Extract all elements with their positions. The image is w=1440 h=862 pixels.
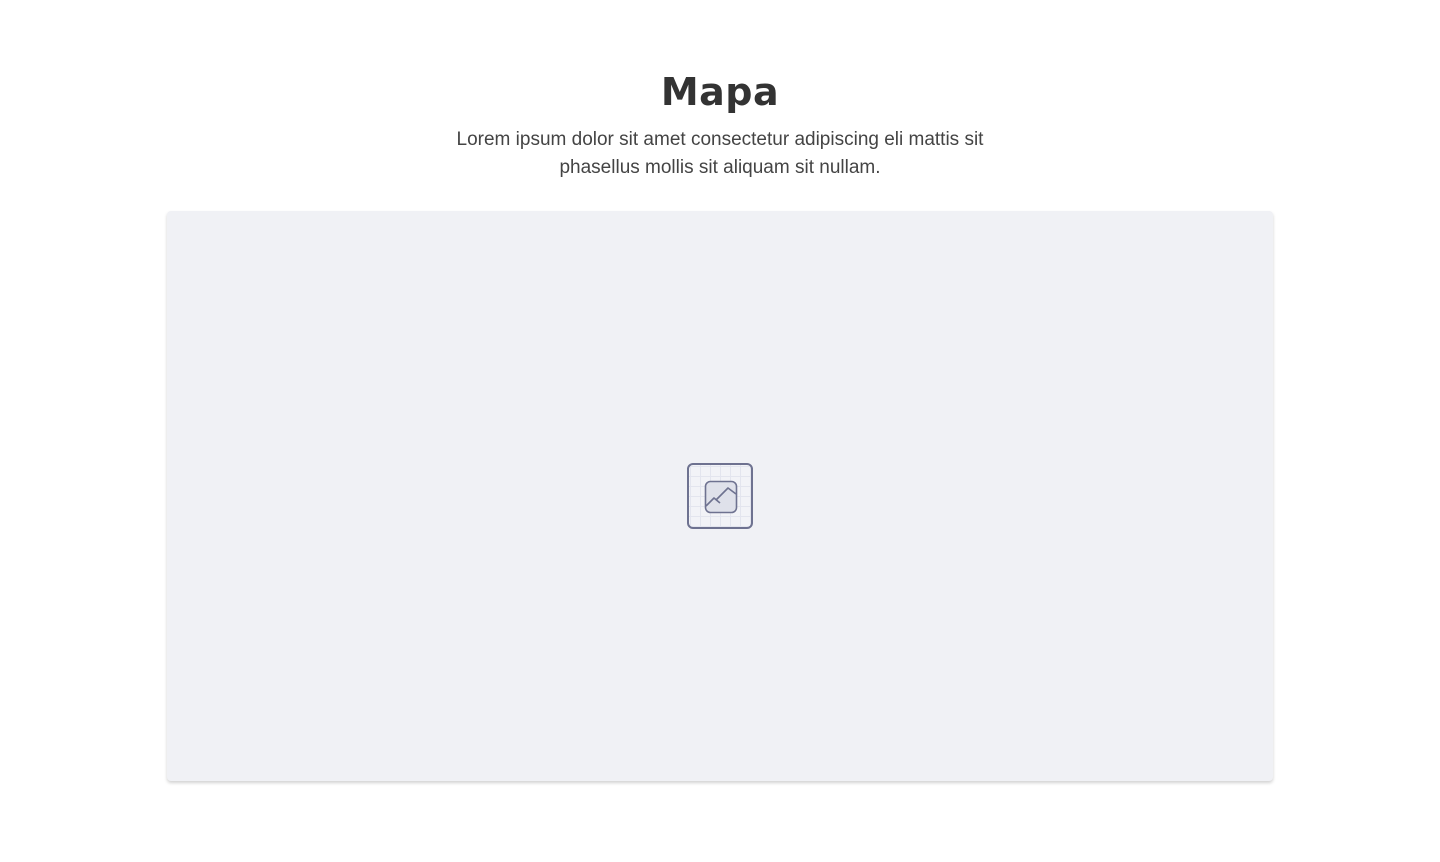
map-section: Mapa Lorem ipsum dolor sit amet consecte…	[0, 0, 1440, 862]
landscape-icon	[704, 480, 738, 514]
map-placeholder[interactable]	[167, 211, 1273, 781]
page-title: Mapa	[660, 70, 780, 114]
section-description: Lorem ipsum dolor sit amet consectetur a…	[456, 129, 984, 178]
image-placeholder-icon	[687, 463, 753, 529]
section-header: Mapa Lorem ipsum dolor sit amet consecte…	[0, 64, 1440, 182]
